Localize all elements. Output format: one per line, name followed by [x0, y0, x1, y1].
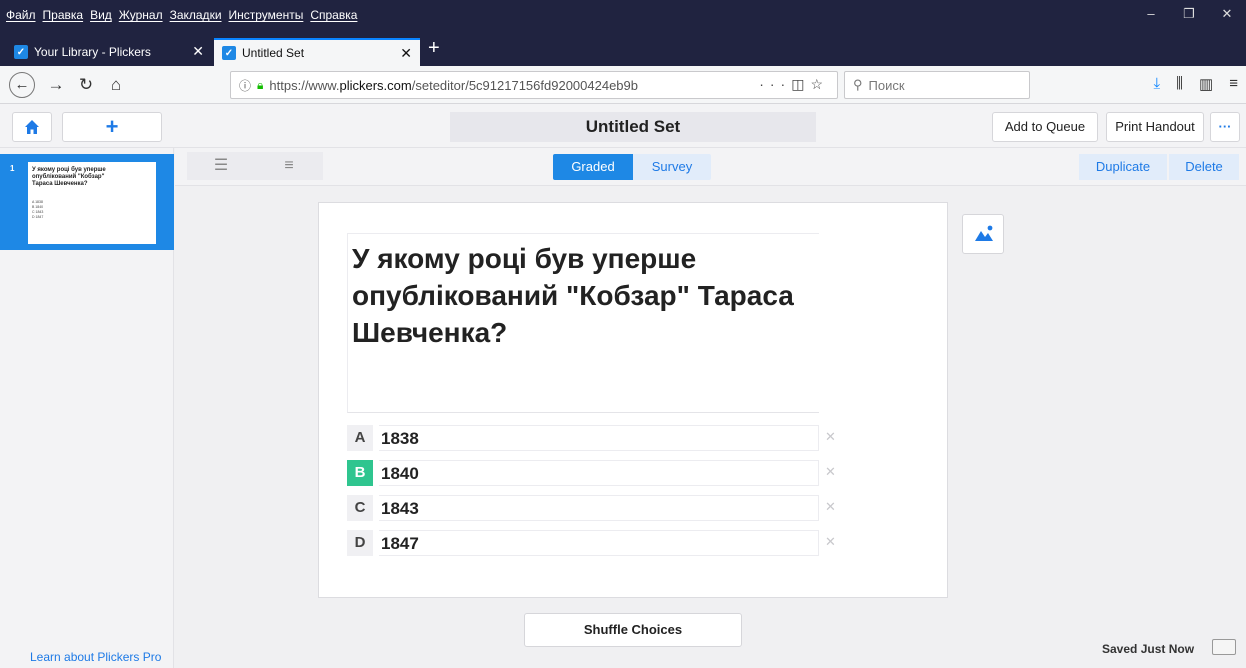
tab-graded[interactable]: Graded	[553, 154, 633, 180]
slide-sidebar: 1 У якому році був уперше опублікований …	[0, 148, 174, 668]
delete-button[interactable]: Delete	[1169, 154, 1239, 180]
pocket-icon[interactable]: ◫	[791, 76, 810, 92]
thumbnail-question: У якому році був уперше опублікований "К…	[32, 167, 106, 187]
editor-topbar: + Untitled Set Add to Queue Print Handou…	[0, 104, 1246, 148]
bookmark-star-icon[interactable]: ☆	[810, 76, 829, 92]
choice-letter[interactable]: A	[347, 425, 373, 451]
menu-file[interactable]: Файл	[6, 8, 36, 22]
browser-chrome: Файл Правка Вид Журнал Закладки Инструме…	[0, 0, 1246, 66]
tab-label: Untitled Set	[242, 46, 305, 60]
align-left-button[interactable]: ☰	[187, 152, 255, 180]
add-to-queue-button[interactable]: Add to Queue	[992, 112, 1098, 142]
menu-view[interactable]: Вид	[90, 8, 112, 22]
shuffle-choices-button[interactable]: Shuffle Choices	[524, 613, 742, 647]
navigation-bar: ← → ↻ ⌂ ⓘ 🔒︎ https://www.plickers.com/se…	[0, 66, 1246, 104]
browser-toolbar-right: ⤓ ⫼ ▥ ≡	[1154, 75, 1239, 93]
thumbnail-choice: D 1847	[32, 215, 44, 219]
plickers-pro-link[interactable]: Learn about Plickers Pro	[30, 650, 161, 664]
url-bar[interactable]: ⓘ 🔒︎ https://www.plickers.com/seteditor/…	[230, 71, 838, 99]
align-center-button[interactable]: ≡	[255, 152, 323, 180]
search-placeholder: Поиск	[868, 77, 905, 93]
lock-icon: 🔒︎	[257, 77, 264, 92]
tab-survey[interactable]: Survey	[633, 154, 711, 180]
choice-row-b: B 1840 ✕	[347, 460, 836, 486]
thumbnail-choices: A 1838 B 1840 C 1843 D 1847	[32, 200, 152, 220]
menu-history[interactable]: Журнал	[119, 8, 163, 22]
plus-icon: +	[105, 114, 119, 139]
home-icon[interactable]: ⌂	[104, 73, 128, 97]
question-text[interactable]: У якому році був уперше опублікований "К…	[352, 240, 822, 351]
menu-help[interactable]: Справка	[310, 8, 357, 22]
search-icon: ⚲	[853, 77, 863, 92]
choice-input[interactable]: 1847	[379, 530, 819, 556]
tab-label: Your Library - Plickers	[34, 45, 151, 59]
slide-number: 1	[10, 164, 15, 173]
forward-arrow-icon[interactable]: →	[44, 73, 68, 97]
page-actions-icon[interactable]: ···	[759, 76, 791, 92]
url-actions: ···◫☆	[759, 76, 829, 93]
tab-strip: ✓ Your Library - Plickers ✕ ✓ Untitled S…	[0, 34, 1246, 66]
remove-choice-icon[interactable]: ✕	[825, 464, 836, 480]
choice-row-d: D 1847 ✕	[347, 530, 836, 556]
new-tab-icon[interactable]: +	[428, 37, 440, 60]
choice-letter[interactable]: D	[347, 530, 373, 556]
remove-choice-icon[interactable]: ✕	[825, 534, 836, 550]
minimize-icon[interactable]: –	[1132, 6, 1170, 22]
hamburger-menu-icon[interactable]: ≡	[1229, 75, 1238, 93]
reload-icon[interactable]: ↻	[74, 73, 98, 97]
window-controls: – ❐ ✕	[1132, 6, 1246, 22]
restore-icon[interactable]: ❐	[1170, 6, 1208, 22]
keyboard-icon[interactable]	[1212, 639, 1236, 655]
choice-row-c: C 1843 ✕	[347, 495, 836, 521]
remove-choice-icon[interactable]: ✕	[825, 499, 836, 515]
add-question-button[interactable]: +	[62, 112, 162, 142]
tab-untitled-set[interactable]: ✓ Untitled Set ✕	[214, 38, 420, 66]
close-window-icon[interactable]: ✕	[1208, 6, 1246, 22]
slide-list-item[interactable]: 1 У якому році був уперше опублікований …	[0, 154, 174, 250]
info-icon[interactable]: ⓘ	[239, 77, 251, 94]
menu-bar: Файл Правка Вид Журнал Закладки Инструме…	[0, 0, 1246, 34]
more-options-button[interactable]: ···	[1210, 112, 1240, 142]
set-title[interactable]: Untitled Set	[450, 112, 816, 142]
back-arrow-icon[interactable]: ←	[9, 72, 35, 98]
choice-letter[interactable]: C	[347, 495, 373, 521]
remove-choice-icon[interactable]: ✕	[825, 429, 836, 445]
question-toolbar: ☰ ≡ Graded Survey Duplicate Delete	[175, 148, 1246, 186]
close-tab-icon[interactable]: ✕	[400, 45, 412, 62]
library-icon[interactable]: ⫼	[1176, 75, 1183, 93]
choice-row-a: A 1838 ✕	[347, 425, 836, 451]
url-text: https://www.plickers.com/seteditor/5c912…	[269, 77, 638, 93]
tab-your-library[interactable]: ✓ Your Library - Plickers ✕	[6, 38, 212, 66]
slide-thumbnail[interactable]: У якому році був уперше опублікований "К…	[28, 162, 156, 244]
print-handout-button[interactable]: Print Handout	[1106, 112, 1204, 142]
sidebar-toggle-icon[interactable]: ▥	[1199, 75, 1213, 93]
align-center-icon: ≡	[284, 157, 294, 174]
choice-value: 1847	[381, 534, 419, 553]
choice-value: 1838	[381, 429, 419, 448]
choice-input[interactable]: 1840	[379, 460, 819, 486]
close-tab-icon[interactable]: ✕	[192, 43, 204, 60]
search-input[interactable]: ⚲ Поиск	[844, 71, 1030, 99]
image-icon	[975, 225, 993, 241]
align-left-icon: ☰	[213, 157, 229, 174]
save-status: Saved Just Now	[1102, 642, 1195, 656]
choice-input[interactable]: 1843	[379, 495, 819, 521]
choice-input[interactable]: 1838	[379, 425, 819, 451]
menu-edit[interactable]: Правка	[43, 8, 84, 22]
set-editor: + Untitled Set Add to Queue Print Handou…	[0, 104, 1246, 668]
choice-letter-correct[interactable]: B	[347, 460, 373, 486]
question-card: У якому році був уперше опублікований "К…	[318, 202, 948, 598]
choice-value: 1843	[381, 499, 419, 518]
add-image-button[interactable]	[962, 214, 1004, 254]
duplicate-button[interactable]: Duplicate	[1079, 154, 1167, 180]
plickers-favicon-icon: ✓	[14, 45, 28, 59]
house-icon	[25, 120, 39, 134]
menu-tools[interactable]: Инструменты	[229, 8, 304, 22]
home-button[interactable]	[12, 112, 52, 142]
plickers-favicon-icon: ✓	[222, 46, 236, 60]
menu-bookmarks[interactable]: Закладки	[170, 8, 222, 22]
question-editor[interactable]: У якому році був уперше опублікований "К…	[347, 233, 819, 413]
download-icon[interactable]: ⤓	[1154, 75, 1161, 93]
choice-value: 1840	[381, 464, 419, 483]
